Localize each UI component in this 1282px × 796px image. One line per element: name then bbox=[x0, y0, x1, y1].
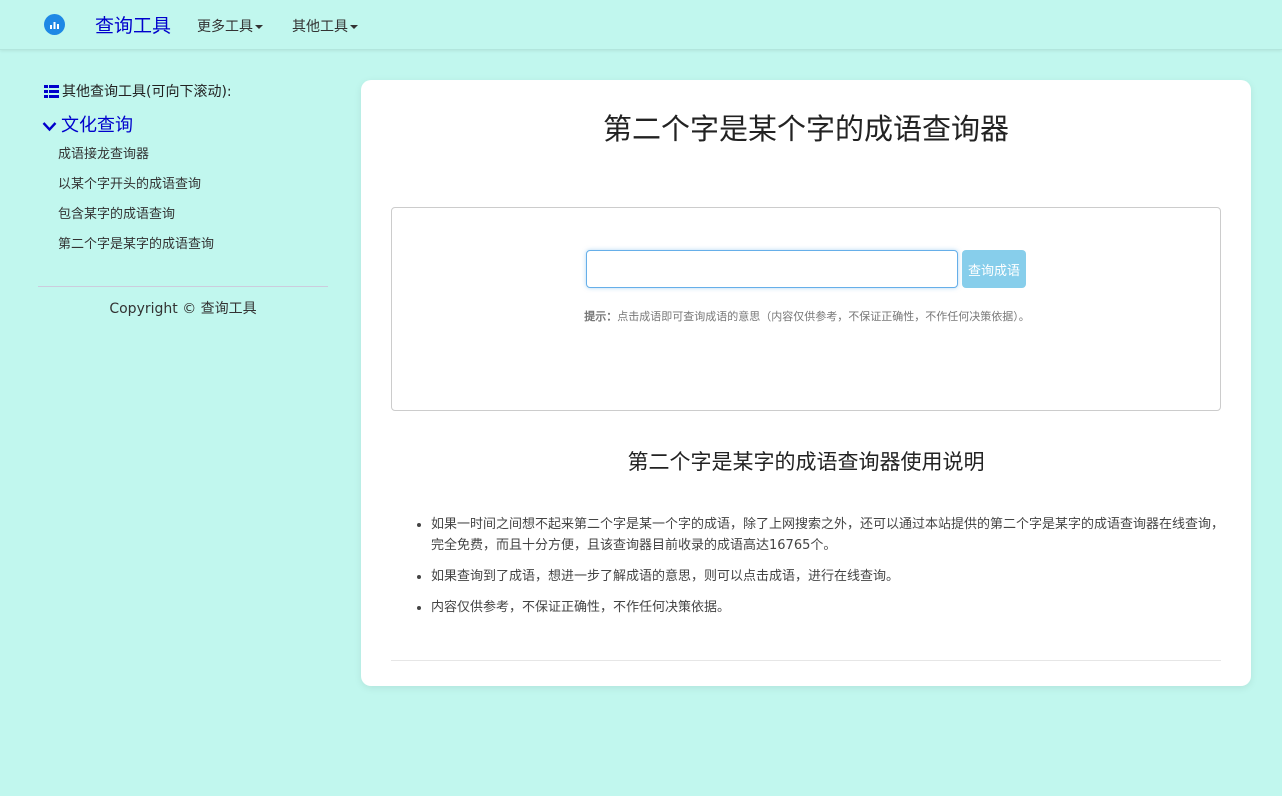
search-box: 查询成语 提示：点击成语即可查询成语的意思（内容仅供参考，不保证正确性，不作任何… bbox=[391, 207, 1221, 411]
sidebar-link-starts-with[interactable]: 以某个字开头的成语查询 bbox=[58, 173, 201, 192]
sidebar-divider bbox=[38, 286, 328, 287]
nav-menu-more-tools[interactable]: 更多工具 bbox=[197, 16, 263, 36]
list-item: 如果一时间之间想不起来第二个字是某一个字的成语，除了上网搜索之外，还可以通过本站… bbox=[431, 514, 1226, 556]
sidebar-heading-label: 其他查询工具(可向下滚动): bbox=[62, 84, 232, 100]
list-icon bbox=[44, 85, 59, 102]
hint-text: 提示：点击成语即可查询成语的意思（内容仅供参考，不保证正确性，不作任何决策依据）… bbox=[392, 308, 1222, 324]
copyright-text: Copyright © 查询工具 bbox=[109, 301, 257, 317]
sidebar-link-second-char[interactable]: 第二个字是某字的成语查询 bbox=[58, 233, 214, 252]
caret-down-icon bbox=[350, 25, 358, 29]
caret-down-icon bbox=[255, 25, 263, 29]
nav-menu-label: 其他工具 bbox=[292, 19, 348, 35]
panel-divider bbox=[391, 660, 1221, 661]
hint-label: 提示： bbox=[584, 310, 618, 323]
logo-icon[interactable] bbox=[44, 14, 65, 35]
search-input[interactable] bbox=[586, 250, 958, 288]
top-navbar: 查询工具 更多工具 其他工具 bbox=[0, 0, 1282, 50]
main-panel: 第二个字是某个字的成语查询器 查询成语 提示：点击成语即可查询成语的意思（内容仅… bbox=[361, 80, 1251, 686]
sidebar-category-culture[interactable]: 文化查询 bbox=[42, 111, 133, 137]
instructions-title: 第二个字是某字的成语查询器使用说明 bbox=[627, 450, 985, 474]
nav-menu-other-tools[interactable]: 其他工具 bbox=[292, 16, 358, 36]
brand-link[interactable]: 查询工具 bbox=[95, 11, 171, 38]
search-button[interactable]: 查询成语 bbox=[962, 250, 1026, 288]
list-item: 内容仅供参考，不保证正确性，不作任何决策依据。 bbox=[431, 597, 1226, 618]
sidebar-link-idiom-chain[interactable]: 成语接龙查询器 bbox=[58, 143, 149, 162]
sidebar-heading: 其他查询工具(可向下滚动): bbox=[44, 81, 232, 102]
page-title: 第二个字是某个字的成语查询器 bbox=[602, 112, 1009, 146]
sidebar-category-label: 文化查询 bbox=[61, 115, 133, 136]
instructions-list: 如果一时间之间想不起来第二个字是某一个字的成语，除了上网搜索之外，还可以通过本站… bbox=[411, 514, 1226, 628]
sidebar-link-contains[interactable]: 包含某字的成语查询 bbox=[58, 203, 175, 222]
chevron-down-icon bbox=[42, 116, 57, 137]
hint-body: 点击成语即可查询成语的意思（内容仅供参考，不保证正确性，不作任何决策依据）。 bbox=[617, 310, 1030, 323]
nav-menu-label: 更多工具 bbox=[197, 19, 253, 35]
list-item: 如果查询到了成语，想进一步了解成语的意思，则可以点击成语，进行在线查询。 bbox=[431, 566, 1226, 587]
